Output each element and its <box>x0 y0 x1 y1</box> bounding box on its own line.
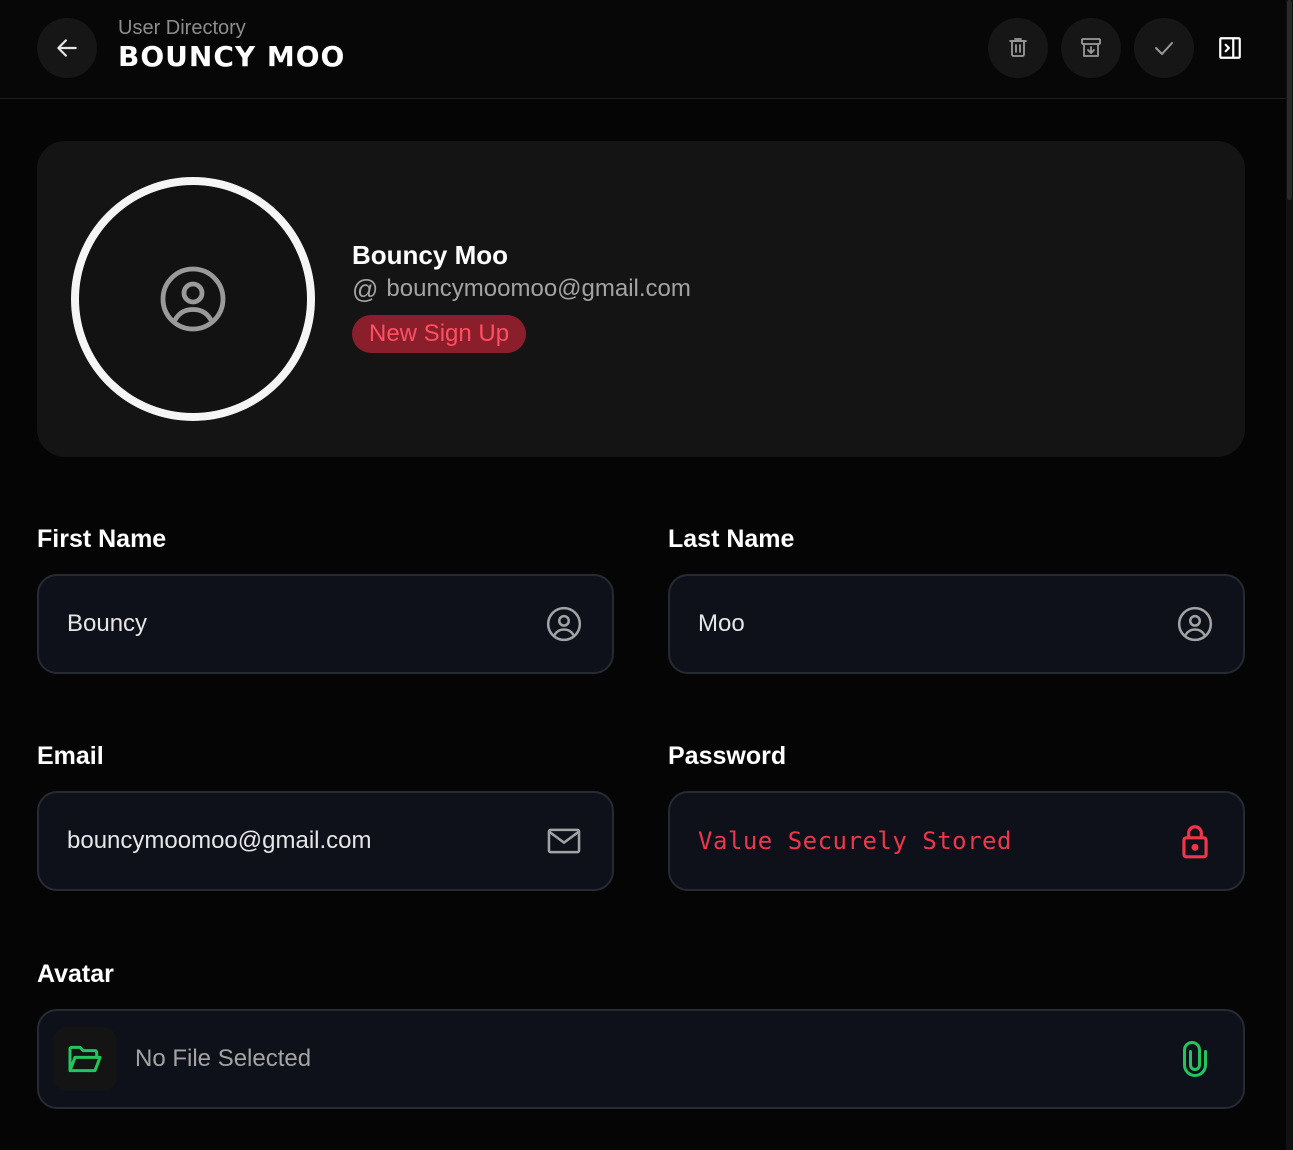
user-circle-icon <box>160 266 226 332</box>
last-name-label: Last Name <box>668 525 795 553</box>
email-label: Email <box>37 742 104 770</box>
lock-icon <box>1175 821 1215 861</box>
avatar-label: Avatar <box>37 960 114 988</box>
page-title: Bouncy Moo <box>118 40 346 73</box>
profile-name: Bouncy Moo <box>352 240 508 270</box>
at-icon: @ <box>352 274 379 304</box>
email-field[interactable]: bouncymoomoo@gmail.com <box>37 791 614 891</box>
breadcrumb[interactable]: User Directory <box>118 16 345 40</box>
profile-email-row: @ bouncymoomoo@gmail.com <box>352 273 691 305</box>
confirm-button[interactable] <box>1134 18 1194 78</box>
trash-icon <box>1009 38 1027 57</box>
mail-icon <box>544 821 584 861</box>
toggle-panel-button[interactable] <box>1208 28 1252 68</box>
scrollbar-thumb[interactable] <box>1287 0 1292 200</box>
header-actions <box>988 18 1207 78</box>
password-field[interactable]: Value Securely Stored <box>668 791 1245 891</box>
status-badge: New Sign Up <box>352 315 527 353</box>
panel-right-icon <box>1219 37 1241 59</box>
arrow-left-icon <box>57 39 77 57</box>
user-circle-icon <box>544 604 584 644</box>
password-label: Password <box>668 742 787 770</box>
top-header: User Directory Bouncy Moo <box>0 0 1286 99</box>
back-button[interactable] <box>37 18 97 78</box>
last-name-value[interactable]: Moo <box>698 576 745 672</box>
email-value[interactable]: bouncymoomoo@gmail.com <box>67 793 372 889</box>
archive-icon <box>1081 38 1101 57</box>
profile-info: Bouncy Moo @ bouncymoomoo@gmail.com New … <box>352 239 691 353</box>
last-name-field[interactable]: Moo <box>668 574 1245 674</box>
avatar[interactable] <box>71 177 315 421</box>
header-titles: User Directory Bouncy Moo <box>118 16 345 74</box>
profile-card: Bouncy Moo @ bouncymoomoo@gmail.com New … <box>37 141 1245 457</box>
user-circle-icon <box>1175 604 1215 644</box>
app-root: User Directory Bouncy Moo <box>0 0 1293 1150</box>
password-value[interactable]: Value Securely Stored <box>698 793 1012 889</box>
choose-file-button[interactable] <box>53 1027 117 1091</box>
file-status: No File Selected <box>135 1045 312 1072</box>
profile-email: bouncymoomoo@gmail.com <box>386 275 691 302</box>
paperclip-icon <box>1183 1041 1207 1077</box>
folder-open-icon <box>68 1045 102 1073</box>
first-name-field[interactable]: Bouncy <box>37 574 614 674</box>
check-icon <box>1155 42 1173 55</box>
scrollbar[interactable] <box>1286 0 1293 1150</box>
attach-button[interactable] <box>1175 1039 1215 1079</box>
delete-button[interactable] <box>988 18 1048 78</box>
archive-button[interactable] <box>1061 18 1121 78</box>
avatar-file-field[interactable]: No File Selected <box>37 1009 1245 1109</box>
first-name-value[interactable]: Bouncy <box>67 576 147 672</box>
first-name-label: First Name <box>37 525 167 553</box>
